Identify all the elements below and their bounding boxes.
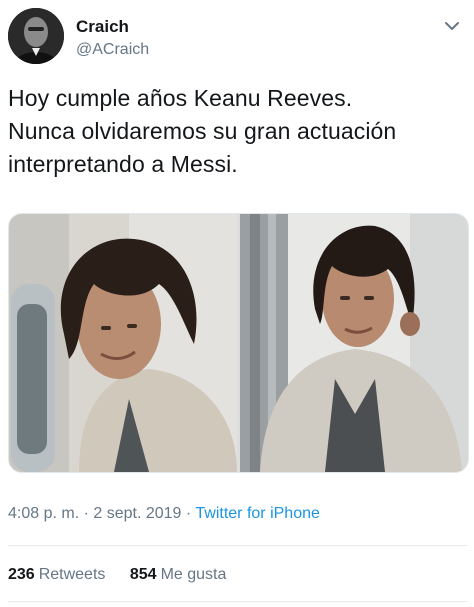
author-name[interactable]: Craich (76, 17, 129, 37)
tweet-date[interactable]: 2 sept. 2019 (93, 505, 181, 522)
likes-label: Me gusta (160, 566, 227, 583)
tweet-meta: 4:08 p. m. · 2 sept. 2019 · Twitter for … (8, 505, 320, 523)
tweet-stats: 236 Retweets 854 Me gusta (8, 566, 246, 584)
tweet-text: Hoy cumple años Keanu Reeves. Nunca olvi… (8, 82, 470, 181)
meta-separator: · (181, 505, 196, 522)
tweet-source-link[interactable]: Twitter for iPhone (195, 505, 320, 522)
meta-separator: · (79, 505, 94, 522)
media-photo-right[interactable] (240, 214, 468, 472)
tweet-media (8, 213, 469, 473)
tweet-text-line: Nunca olvidaremos su gran actuación (8, 118, 397, 144)
divider (8, 545, 468, 546)
likes-stat[interactable]: 854 Me gusta (130, 566, 227, 583)
media-photo-left[interactable] (9, 214, 237, 472)
retweets-stat[interactable]: 236 Retweets (8, 566, 105, 583)
tweet-text-line: interpretando a Messi. (8, 151, 238, 177)
avatar[interactable] (8, 8, 64, 64)
tweet-time[interactable]: 4:08 p. m. (8, 505, 79, 522)
divider (8, 601, 468, 602)
retweets-count: 236 (8, 566, 35, 583)
tweet-text-line: Hoy cumple años Keanu Reeves. (8, 85, 353, 111)
chevron-down-icon[interactable] (440, 14, 464, 38)
retweets-label: Retweets (38, 566, 106, 583)
likes-count: 854 (129, 566, 157, 583)
tweet-header: Craich @ACraich (8, 8, 466, 66)
author-handle[interactable]: @ACraich (76, 41, 149, 59)
